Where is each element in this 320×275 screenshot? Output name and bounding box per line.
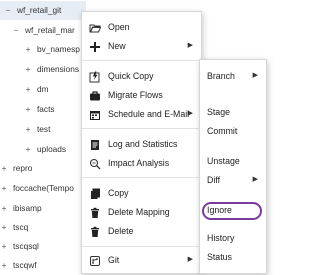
expand-icon[interactable]: + [0,159,8,178]
tree-item-tscqwf[interactable]: + tscqwf [0,256,37,275]
plus-icon [89,40,101,52]
tree-item-label: foccache(Tempo [13,183,74,193]
submenu-arrow-icon: ▶ [187,110,193,117]
menu-item-migrate-flows[interactable]: Migrate Flows [82,85,201,105]
menu-item-schedule-email[interactable]: Schedule and E-Mail ▶ [82,104,201,124]
tree-item-label: bv_namesp [37,44,80,54]
copy-icon [89,187,101,199]
tree-item-bv-namesp[interactable]: + bv_namesp [24,40,80,59]
collapse-icon[interactable]: − [12,21,20,40]
menu-item-status[interactable]: Status [200,247,266,267]
tree-item-label: dm [37,84,49,94]
menu-item-branch[interactable]: Branch ▶ [200,66,266,86]
tree-item-repro[interactable]: + repro [0,159,33,178]
tree-item-label: ibisamp [13,203,42,213]
magnifier-icon [89,157,101,170]
submenu-arrow-icon: ▶ [187,42,193,49]
tree-item-tscqsql[interactable]: + tscqsql [0,237,39,256]
tree-item-label: facts [37,104,55,114]
tree-item-test[interactable]: + test [24,120,51,139]
tree-item-ibisamp[interactable]: + ibisamp [0,199,42,218]
calendar-icon [89,108,101,120]
trash-icon [89,225,101,237]
git-icon [89,254,101,266]
expand-icon[interactable]: + [0,218,8,237]
log-document-icon [89,138,101,150]
submenu-arrow-icon: ▶ [252,176,258,183]
menu-separator [82,246,201,247]
menu-item-delete[interactable]: Delete [82,221,201,241]
menu-item-history[interactable]: History [200,228,266,248]
menu-item-copy[interactable]: Copy [82,183,201,203]
expand-icon[interactable]: + [0,237,8,256]
menu-separator [82,60,201,61]
tree-item-label: test [37,124,51,134]
tree-item-label: tscq [13,222,29,232]
menu-item-open[interactable]: Open [82,17,201,37]
expand-icon[interactable]: + [0,256,8,275]
menu-item-impact-analysis[interactable]: Impact Analysis [82,153,201,173]
menu-separator [82,128,201,129]
menu-item-quick-copy[interactable]: Quick Copy [82,66,201,86]
submenu-arrow-icon: ▶ [252,72,258,79]
menu-item-new[interactable]: New ▶ [82,36,201,56]
tree-item-label: wf_retail_mar [25,25,75,35]
tree-item-label: uploads [37,144,67,154]
tree-item-wf-retail-mar[interactable]: − wf_retail_mar [12,21,75,40]
menu-item-unstage[interactable]: Unstage [200,151,266,171]
tree-item-label: dimensions [37,64,79,74]
menu-separator [82,177,201,178]
tree-item-tscq[interactable]: + tscq [0,218,29,237]
tree-item-dm[interactable]: + dm [24,80,49,99]
expand-icon[interactable]: + [24,100,32,119]
expand-icon[interactable]: + [24,60,32,79]
tree-item-label: wf_retail_git [17,5,62,15]
tree-item-wf-retail-git[interactable]: − wf_retail_git [0,1,86,20]
tree-item-foccache[interactable]: + foccache(Tempo [0,179,74,198]
menu-item-delete-mapping[interactable]: Delete Mapping [82,202,201,222]
expand-icon[interactable]: + [24,140,32,159]
menu-item-git[interactable]: Git ▶ [82,250,201,270]
expand-icon[interactable]: + [0,179,8,198]
tree-item-facts[interactable]: + facts [24,100,55,119]
git-submenu: Branch ▶ Stage Commit Unstage Diff ▶ Ign… [199,59,267,274]
folder-open-icon [89,21,102,33]
trash-icon [89,206,101,218]
expand-icon[interactable]: + [24,40,32,59]
tree-item-label: tscqsql [13,241,39,251]
briefcase-icon [89,89,101,101]
quick-copy-icon [89,70,101,83]
expand-icon[interactable]: + [0,199,8,218]
menu-item-commit[interactable]: Commit [200,121,266,141]
tree-item-label: tscqwf [13,260,37,270]
history-highlight-ring [202,202,262,220]
tree-item-uploads[interactable]: + uploads [24,140,67,159]
submenu-arrow-icon: ▶ [187,256,193,263]
tree-item-label: repro [13,163,33,173]
collapse-icon[interactable]: − [4,1,12,20]
expand-icon[interactable]: + [24,80,32,99]
expand-icon[interactable]: + [24,120,32,139]
menu-item-diff[interactable]: Diff ▶ [200,170,266,190]
tree-item-dimensions[interactable]: + dimensions [24,60,79,79]
menu-item-log-statistics[interactable]: Log and Statistics [82,134,201,154]
context-menu: Open New ▶ Quick Copy Migrate Flows Sche… [81,11,202,274]
menu-item-stage[interactable]: Stage [200,102,266,122]
